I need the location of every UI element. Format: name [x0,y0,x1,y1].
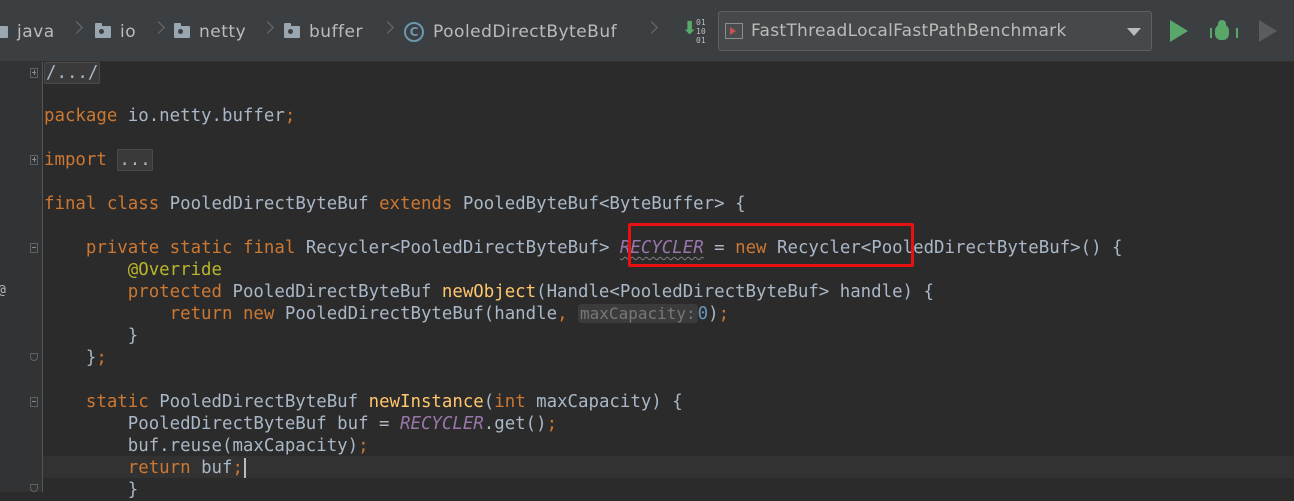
run-disabled-button[interactable] [1259,20,1277,42]
override-marker-icon[interactable]: @ [0,283,6,298]
breadcrumb-pooled-direct-byte-buf[interactable]: C PooledDirectByteBuf [404,20,617,44]
breadcrumb-separator-icon [152,21,165,34]
code-line-method-close: } [127,480,139,500]
breadcrumb-separator-icon [261,21,274,34]
fold-end-icon[interactable] [30,484,38,492]
highlight-annotation-box [628,223,914,267]
editor-gutter[interactable]: @ [0,62,43,492]
code-line-new-instance: static PooledDirectByteBuf newInstance(i… [85,392,683,412]
breadcrumb-label: PooledDirectByteBuf [433,22,618,42]
package-icon [174,23,190,38]
breadcrumb-label: buffer [309,22,363,42]
breadcrumb-buffer[interactable]: buffer [284,20,363,44]
run-config-icon [725,23,743,39]
code-editor[interactable]: @ /.../ package io.netty.buffer; import … [0,62,1294,500]
code-line-import: import ... [44,149,153,171]
breadcrumb-label: java [17,22,55,42]
breadcrumb-io[interactable]: io [95,20,136,44]
code-line-new-object: protected PooledDirectByteBuf newObject(… [127,282,934,302]
code-line-header: /.../ [44,62,101,84]
parameter-hint: maxCapacity: [578,304,698,323]
breadcrumb-label: netty [199,22,247,42]
code-line-brace-semi: }; [85,348,107,368]
fold-toggle-icon[interactable] [30,155,38,165]
code-line-package: package io.netty.buffer; [44,106,296,126]
breadcrumb-label: io [120,22,137,42]
debug-button[interactable] [1208,16,1238,46]
fold-toggle-icon[interactable] [30,397,38,407]
fold-toggle-icon[interactable] [30,243,38,253]
run-configuration-label: FastThreadLocalFastPathBenchmark [751,21,1067,41]
run-button[interactable] [1170,20,1188,42]
run-configuration-selector[interactable]: FastThreadLocalFastPathBenchmark [718,11,1152,51]
build-project-icon[interactable]: ⬇ 01 10 01 [680,17,708,47]
class-icon: C [404,22,424,42]
code-line-return-new: return new PooledDirectByteBuf(handle, m… [169,304,730,324]
code-line-recycler-field: private static final Recycler<PooledDire… [85,238,1123,258]
folded-comment[interactable]: /.../ [44,62,101,84]
fold-end-icon[interactable] [30,353,38,361]
navigation-bar: java io netty buffer C PooledDirectByteB… [0,0,1294,62]
breadcrumb-netty[interactable]: netty [174,20,246,44]
code-line-class-declaration: final class PooledDirectByteBuf extends … [44,194,746,214]
breadcrumb-separator-icon [381,21,394,34]
binary-icon: 01 10 01 [696,18,706,45]
package-icon [95,23,111,38]
breadcrumb-java[interactable]: java [0,20,55,44]
code-line-recycler-get: PooledDirectByteBuf buf = RECYCLER.get()… [127,414,558,434]
breadcrumb-separator-icon [70,21,83,34]
text-cursor [243,458,246,478]
folder-icon [0,26,8,38]
fold-toggle-icon[interactable] [30,68,38,78]
code-line-reuse: buf.reuse(maxCapacity); [127,436,369,456]
package-icon [284,23,300,38]
gutter-divider [42,62,43,492]
code-line-return-buf: return buf; [44,457,246,479]
code-line-brace: } [127,326,139,346]
chevron-down-icon [1127,28,1141,36]
folded-imports[interactable]: ... [117,149,153,171]
breadcrumb-separator-icon [645,21,658,34]
code-line-override: @Override [127,260,222,280]
download-arrow-icon: ⬇ [682,18,698,39]
